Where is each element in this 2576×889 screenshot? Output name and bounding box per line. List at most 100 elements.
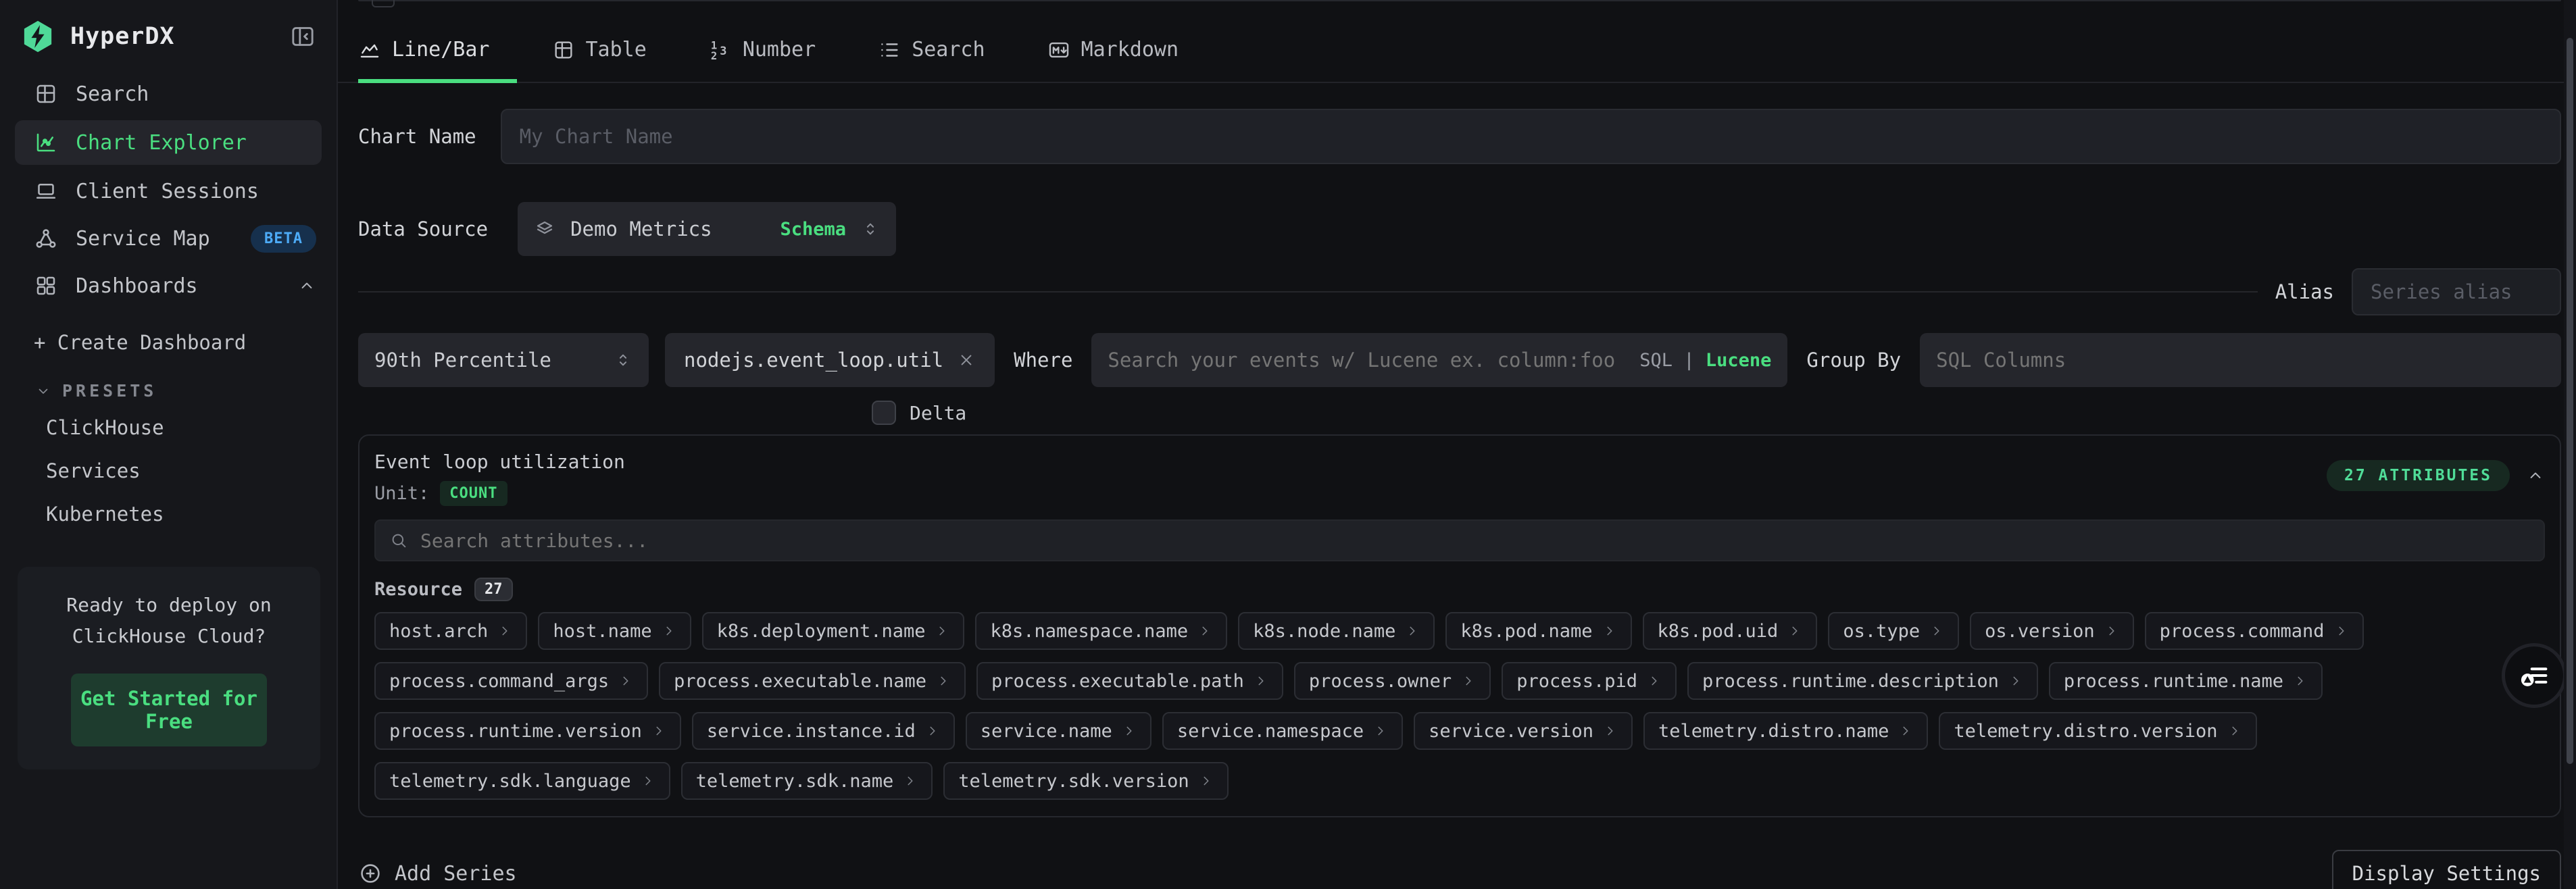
attribute-chip-telemetry-distro-name[interactable]: telemetry.distro.name <box>1643 712 1928 750</box>
sidebar-item-chart-explorer[interactable]: Chart Explorer <box>15 120 322 165</box>
alias-row: Alias <box>358 268 2561 315</box>
attribute-chip-host-arch[interactable]: host.arch <box>374 612 527 650</box>
unit-badge: COUNT <box>440 481 507 506</box>
sidebar-item-dashboards[interactable]: Dashboards <box>0 262 337 309</box>
event-list-floating-button[interactable] <box>2502 643 2567 708</box>
attribute-chip-process-owner[interactable]: process.owner <box>1294 662 1491 700</box>
attribute-chip-os-version[interactable]: os.version <box>1970 612 2134 650</box>
chart-type-tabs: Line/Bar Table 123Number Search Markdown <box>338 16 2576 83</box>
display-settings-button[interactable]: Display Settings <box>2332 850 2561 889</box>
plus-circle-icon <box>358 861 382 886</box>
group-by-input[interactable] <box>1936 349 2545 372</box>
metric-field-chip[interactable]: nodejs.event_loop.util <box>665 333 995 387</box>
preset-item-clickhouse[interactable]: ClickHouse <box>0 406 337 449</box>
remove-metric-icon[interactable] <box>957 351 976 370</box>
attribute-chip-k8s-node-name[interactable]: k8s.node.name <box>1238 612 1435 650</box>
delta-row: Delta <box>872 401 2561 425</box>
attribute-chip-service-instance-id[interactable]: service.instance.id <box>692 712 955 750</box>
attribute-chip-service-name[interactable]: service.name <box>966 712 1151 750</box>
resource-group-count: 27 <box>474 578 513 601</box>
preset-item-kubernetes[interactable]: Kubernetes <box>0 492 337 536</box>
chevron-right-icon <box>662 624 676 638</box>
chevron-right-icon <box>2227 723 2242 738</box>
toggle-divider: | <box>1683 350 1694 371</box>
attribute-chip-service-version[interactable]: service.version <box>1414 712 1633 750</box>
attribute-chip-k8s-pod-uid[interactable]: k8s.pod.uid <box>1643 612 1818 650</box>
attribute-chip-label: service.version <box>1429 721 1593 742</box>
alias-input[interactable] <box>2352 268 2561 315</box>
attribute-chip-k8s-pod-name[interactable]: k8s.pod.name <box>1445 612 1631 650</box>
add-series-label: Add Series <box>395 862 517 886</box>
attribute-chip-host-name[interactable]: host.name <box>538 612 691 650</box>
aggregation-value: 90th Percentile <box>374 349 599 372</box>
beta-badge: BETA <box>251 225 316 253</box>
attribute-chip-telemetry-sdk-language[interactable]: telemetry.sdk.language <box>374 762 670 800</box>
line-chart-icon <box>358 39 381 61</box>
chevron-right-icon <box>2104 624 2119 638</box>
attribute-chip-process-runtime-name[interactable]: process.runtime.name <box>2049 662 2323 700</box>
chevron-right-icon <box>1787 624 1802 638</box>
tab-table[interactable]: Table <box>552 34 660 82</box>
attribute-chip-os-type[interactable]: os.type <box>1828 612 1959 650</box>
chart-name-input[interactable] <box>501 109 2561 164</box>
query-language-toggle[interactable]: SQL | Lucene <box>1639 350 1771 371</box>
sql-toggle-label[interactable]: SQL <box>1639 350 1673 371</box>
attribute-chip-k8s-deployment-name[interactable]: k8s.deployment.name <box>702 612 965 650</box>
attribute-search-input[interactable] <box>420 530 2530 552</box>
attribute-chip-process-runtime-description[interactable]: process.runtime.description <box>1687 662 2038 700</box>
attribute-chip-label: telemetry.sdk.version <box>958 771 1189 792</box>
delta-label: Delta <box>910 402 966 424</box>
scrollbar-thumb[interactable] <box>2567 38 2573 764</box>
laptop-icon <box>34 179 58 203</box>
create-dashboard-button[interactable]: + Create Dashboard <box>34 331 316 354</box>
tab-search[interactable]: Search <box>878 34 998 82</box>
attribute-chip-label: telemetry.sdk.language <box>389 771 631 792</box>
clipped-panel-edge <box>358 0 2561 1</box>
attribute-chip-process-runtime-version[interactable]: process.runtime.version <box>374 712 681 750</box>
attributes-count-badge: 27 ATTRIBUTES <box>2327 460 2510 491</box>
chevron-right-icon <box>1603 723 1618 738</box>
attribute-chip-telemetry-distro-version[interactable]: telemetry.distro.version <box>1939 712 2256 750</box>
attribute-chip-label: service.name <box>981 721 1112 742</box>
attribute-chip-process-executable-path[interactable]: process.executable.path <box>976 662 1283 700</box>
presets-section-toggle[interactable]: PRESETS <box>35 381 316 401</box>
tab-line-bar[interactable]: Line/Bar <box>358 34 503 82</box>
tab-markdown[interactable]: Markdown <box>1047 34 1193 82</box>
attribute-chip-process-command[interactable]: process.command <box>2145 612 2364 650</box>
preset-item-services[interactable]: Services <box>0 449 337 492</box>
chevron-right-icon <box>1602 624 1617 638</box>
svg-text:3: 3 <box>720 45 726 58</box>
sidebar-item-label: Service Map <box>76 227 210 251</box>
attribute-chip-label: host.name <box>553 621 651 642</box>
attribute-chip-k8s-namespace-name[interactable]: k8s.namespace.name <box>975 612 1227 650</box>
sidebar-item-service-map[interactable]: Service Map BETA <box>0 215 337 262</box>
sidebar-item-client-sessions[interactable]: Client Sessions <box>0 168 337 215</box>
attribute-chip-process-command-args[interactable]: process.command_args <box>374 662 648 700</box>
tab-number[interactable]: 123Number <box>709 34 829 82</box>
attribute-chip-process-executable-name[interactable]: process.executable.name <box>659 662 966 700</box>
where-search-input[interactable] <box>1108 349 1629 372</box>
select-updown-icon <box>861 220 880 238</box>
add-series-button[interactable]: Add Series <box>358 861 517 886</box>
main-content: Line/BarTable123NumberSearchMarkdown Cha… <box>338 0 2576 889</box>
sidebar: HyperDX SearchChart ExplorerClient Sessi… <box>0 0 338 889</box>
metric-description: Event loop utilization <box>374 451 625 473</box>
sidebar-item-search[interactable]: Search <box>0 70 337 118</box>
list-icon <box>878 39 901 61</box>
attribute-chip-telemetry-sdk-name[interactable]: telemetry.sdk.name <box>681 762 933 800</box>
attribute-chip-service-namespace[interactable]: service.namespace <box>1162 712 1403 750</box>
aggregation-select[interactable]: 90th Percentile <box>358 333 649 387</box>
delta-checkbox[interactable] <box>872 401 896 425</box>
collapse-sidebar-icon[interactable] <box>289 23 316 50</box>
schema-link[interactable]: Schema <box>781 219 847 240</box>
attribute-chip-process-pid[interactable]: process.pid <box>1502 662 1677 700</box>
chevron-right-icon <box>1929 624 1944 638</box>
get-started-button[interactable]: Get Started for Free <box>71 674 267 746</box>
attributes-panel-titles: Event loop utilization Unit: COUNT <box>374 451 625 506</box>
attribute-chip-telemetry-sdk-version[interactable]: telemetry.sdk.version <box>943 762 1228 800</box>
app-title: HyperDX <box>70 23 274 50</box>
chevron-right-icon <box>936 674 951 688</box>
collapse-panel-icon[interactable] <box>2526 466 2545 485</box>
data-source-select[interactable]: Demo Metrics Schema <box>518 202 896 256</box>
lucene-toggle-label[interactable]: Lucene <box>1706 350 1772 371</box>
